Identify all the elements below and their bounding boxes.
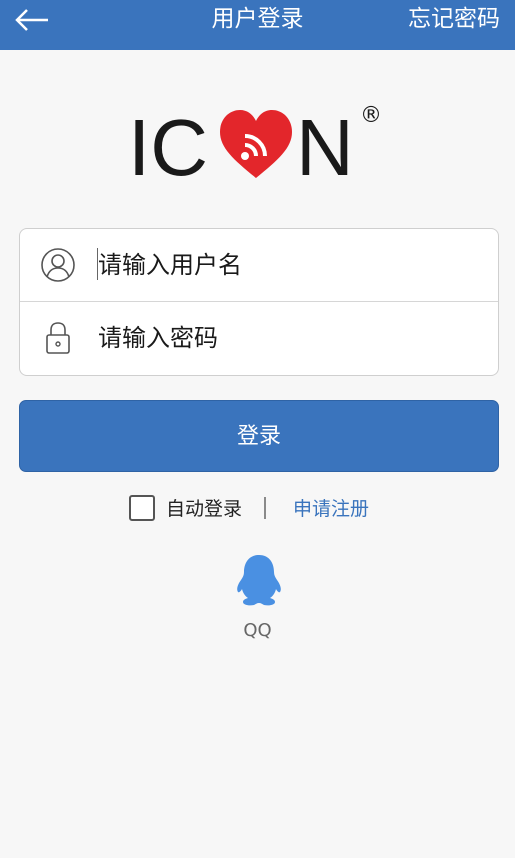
login-button[interactable]: 登录 [19, 400, 499, 472]
registered-mark: ® [360, 103, 382, 128]
login-form [19, 228, 499, 376]
password-row [20, 302, 498, 374]
qq-icon[interactable] [231, 552, 287, 608]
top-bar: 用户登录 忘记密码 [0, 0, 515, 50]
back-arrow-icon [15, 9, 48, 31]
logo-text-left: IC [128, 103, 208, 185]
username-input[interactable] [98, 245, 478, 285]
auto-login-checkbox[interactable] [129, 495, 155, 521]
heart-wifi-icon [220, 110, 292, 178]
register-link[interactable]: 申请注册 [293, 496, 369, 522]
brand-logo: IC N ® [128, 100, 388, 192]
logo-text-right: N [296, 103, 354, 185]
options-separator [264, 497, 266, 519]
auto-login-label: 自动登录 [166, 498, 243, 520]
back-button[interactable] [14, 6, 52, 34]
qq-label: QQ [243, 620, 272, 641]
forgot-password-link[interactable]: 忘记密码 [408, 4, 500, 34]
user-icon [41, 248, 75, 282]
password-input[interactable] [98, 318, 478, 358]
username-row [20, 229, 498, 301]
lock-icon [46, 322, 70, 354]
text-caret [97, 248, 98, 280]
